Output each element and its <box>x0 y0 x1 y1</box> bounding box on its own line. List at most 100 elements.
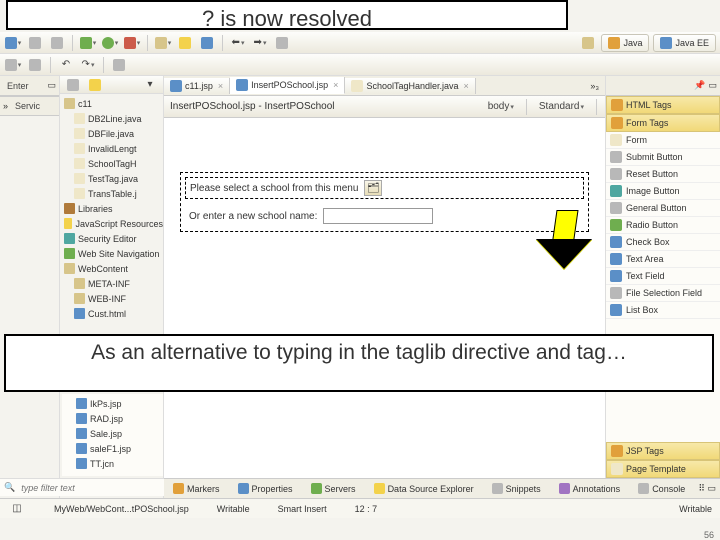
palette-item[interactable]: Radio Button <box>606 217 720 234</box>
bottom-view-tab[interactable]: Markers <box>168 482 225 495</box>
palette-drawer-form[interactable]: Form Tags <box>606 114 720 132</box>
new-package-button[interactable] <box>198 34 216 52</box>
close-icon[interactable]: × <box>218 81 223 91</box>
file-icon <box>74 293 85 304</box>
palette-item[interactable]: Submit Button <box>606 149 720 166</box>
open-type-button[interactable]: ▾ <box>154 34 172 52</box>
tree-item[interactable]: JavaScript Resources <box>62 216 163 231</box>
nav-fwd-button[interactable] <box>26 56 44 74</box>
palette-item[interactable]: Image Button <box>606 183 720 200</box>
stop-button[interactable] <box>273 34 291 52</box>
cut-button[interactable] <box>110 56 128 74</box>
close-icon[interactable]: × <box>333 80 338 90</box>
tree-item[interactable]: IkPs.jsp <box>64 396 163 411</box>
editor-tab[interactable]: InsertPOSchool.jsp × <box>230 77 345 94</box>
palette-item[interactable]: Reset Button <box>606 166 720 183</box>
collapse-all-button[interactable] <box>64 76 82 94</box>
bottom-view-tab[interactable]: Console <box>633 482 690 495</box>
palette-item-icon <box>610 202 622 214</box>
tab-enterprise-explorer[interactable]: Enter <box>3 80 33 92</box>
tree-item[interactable]: TransTable.j <box>62 186 163 201</box>
tree-item[interactable]: WEB-INF <box>62 291 163 306</box>
palette-item[interactable]: Text Area <box>606 251 720 268</box>
file-icon <box>76 413 87 424</box>
palette-item[interactable]: List Box <box>606 302 720 319</box>
tree-item[interactable]: Cust.html <box>62 306 163 321</box>
palette-item-icon <box>610 168 622 180</box>
tree-item[interactable]: c11 <box>62 96 163 111</box>
bottom-view-tab[interactable]: Data Source Explorer <box>369 482 479 495</box>
search-button[interactable] <box>176 34 194 52</box>
element-selector[interactable]: body ▾ <box>488 98 514 116</box>
palette-drawer-html[interactable]: HTML Tags <box>606 96 720 114</box>
open-perspective-button[interactable] <box>579 34 597 52</box>
palette-pin-icon[interactable]: 📌 <box>694 80 705 91</box>
bottom-view-tab[interactable]: Properties <box>233 482 298 495</box>
tab-services[interactable]: Servic <box>11 100 44 112</box>
tree-item[interactable]: TT.jcn <box>64 456 163 471</box>
view-icon <box>492 483 503 494</box>
tree-item[interactable]: DB2Line.java <box>62 111 163 126</box>
chevron-icon[interactable]: » <box>3 101 8 111</box>
views-toolbar[interactable]: ⠿ ▭ <box>698 483 716 494</box>
redo-button[interactable]: ↷▾ <box>79 56 97 74</box>
perspective-java[interactable]: Java <box>601 34 649 52</box>
tree-label: Sale.jsp <box>90 429 122 439</box>
view-menu-button[interactable]: ▾ <box>141 76 159 94</box>
editor-tab[interactable]: SchoolTagHandler.java× <box>345 78 475 94</box>
left-view-column: Enter ▭ » Servic <box>0 76 60 514</box>
style-selector[interactable]: Standard ▾ <box>539 98 584 116</box>
tree-label: DBFile.java <box>88 129 134 139</box>
run-menu-button[interactable]: ▾ <box>101 34 119 52</box>
tree-item[interactable]: WebContent <box>62 261 163 276</box>
back-button[interactable]: ⬅▾ <box>229 34 247 52</box>
perspective-javaee[interactable]: Java EE <box>653 34 716 52</box>
tree-item[interactable]: Libraries <box>62 201 163 216</box>
undo-button[interactable]: ↶ <box>57 56 75 74</box>
close-icon[interactable]: × <box>464 81 469 91</box>
palette-item[interactable]: Form <box>606 132 720 149</box>
tree-item[interactable]: META-INF <box>62 276 163 291</box>
show-whitespace-button[interactable]: ◫ <box>8 500 26 518</box>
palette-item[interactable]: Text Field <box>606 268 720 285</box>
filter-bar: 🔍 <box>0 478 164 496</box>
tree-label: TT.jcn <box>90 459 114 469</box>
minimize-icon[interactable]: ▭ <box>47 80 56 91</box>
bottom-view-tab[interactable]: Annotations <box>554 482 626 495</box>
bottom-view-tab[interactable]: Snippets <box>487 482 546 495</box>
status-insert-mode: Smart Insert <box>278 504 327 514</box>
filter-input[interactable] <box>21 483 141 493</box>
lookup-icon[interactable]: 🗂 <box>364 180 382 196</box>
print-button[interactable] <box>48 34 66 52</box>
tree-item[interactable]: saleF1.jsp <box>64 441 163 456</box>
editor-tab[interactable]: c11.jsp× <box>164 78 230 94</box>
link-editor-button[interactable] <box>86 76 104 94</box>
save-button[interactable] <box>26 34 44 52</box>
palette-drawer[interactable]: Page Template <box>606 460 720 478</box>
editor-toolbar: InsertPOSchool.jsp - InsertPOSchool body… <box>164 96 605 118</box>
tree-item[interactable]: RAD.jsp <box>64 411 163 426</box>
palette-item[interactable]: General Button <box>606 200 720 217</box>
new-menu-button[interactable]: ▾ <box>4 34 22 52</box>
palette-item[interactable]: File Selection Field <box>606 285 720 302</box>
bottom-view-tab[interactable]: Servers <box>306 482 361 495</box>
more-tabs-button[interactable]: »₃ <box>584 81 605 91</box>
tree-item[interactable]: InvalidLengt <box>62 141 163 156</box>
tree-item[interactable]: TestTag.java <box>62 171 163 186</box>
tree-item[interactable]: Sale.jsp <box>64 426 163 441</box>
tree-item[interactable]: Web Site Navigation <box>62 246 163 261</box>
palette-item-icon <box>610 253 622 265</box>
nav-back-button[interactable]: ▾ <box>4 56 22 74</box>
tab-label: InsertPOSchool.jsp <box>251 80 328 90</box>
minimize-icon[interactable]: ▭ <box>708 80 717 91</box>
tree-item[interactable]: DBFile.java <box>62 126 163 141</box>
external-tools-button[interactable]: ▾ <box>123 34 141 52</box>
design-canvas[interactable]: Please select a school from this menu 🗂 … <box>164 118 605 494</box>
tree-item[interactable]: Security Editor <box>62 231 163 246</box>
forward-button[interactable]: ➡▾ <box>251 34 269 52</box>
palette-item[interactable]: Check Box <box>606 234 720 251</box>
tree-item[interactable]: SchoolTagH <box>62 156 163 171</box>
school-name-input[interactable] <box>323 208 433 224</box>
debug-menu-button[interactable]: ▾ <box>79 34 97 52</box>
palette-drawer[interactable]: JSP Tags <box>606 442 720 460</box>
